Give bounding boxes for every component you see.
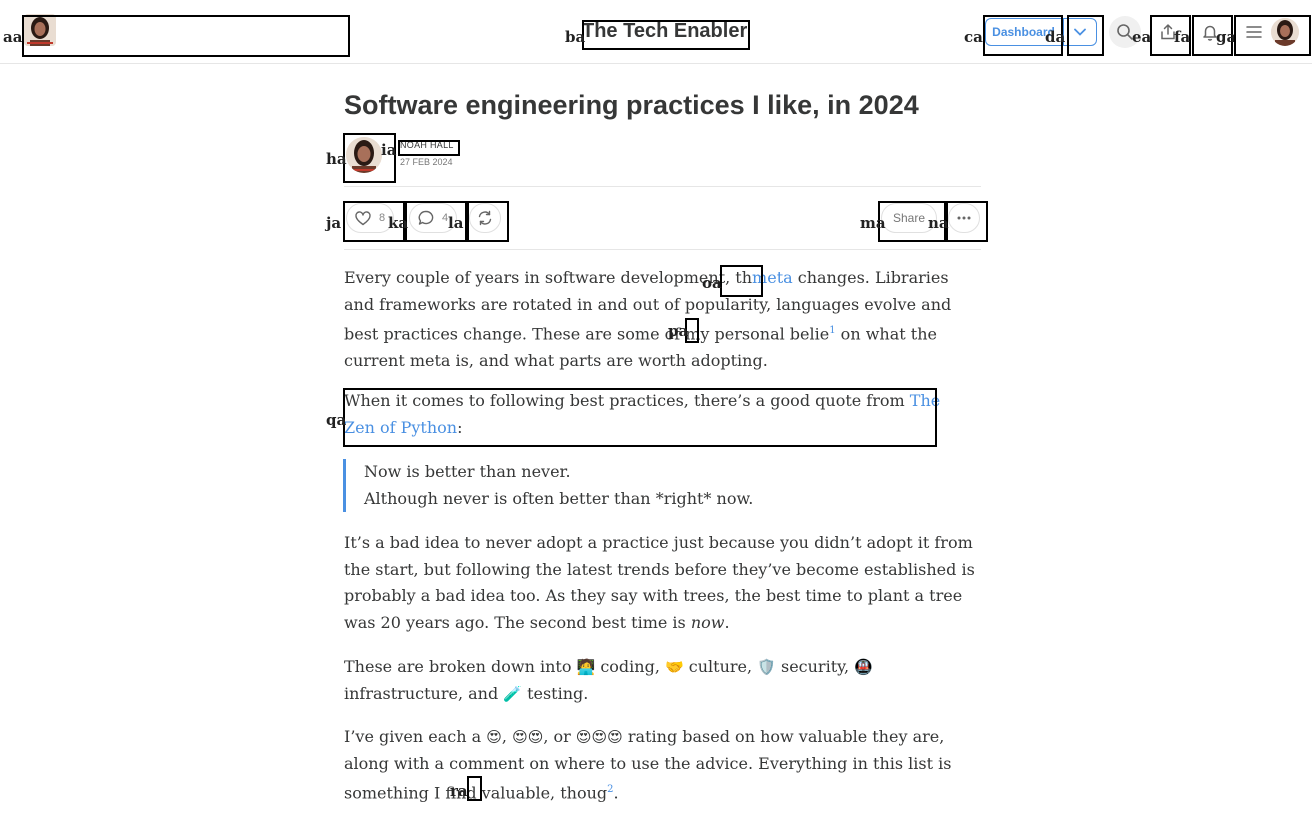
zen-quote: Now is better than never. Although never… <box>343 459 943 512</box>
meta-link-frame[interactable] <box>720 265 763 297</box>
overlay-label-ka: ka <box>388 214 409 232</box>
rating-3-emoji-icon: 😍😍😍 <box>575 728 623 746</box>
overlay-label-pa: pa <box>668 322 689 340</box>
p5-text-e: . <box>613 783 619 803</box>
restack-button-frame[interactable] <box>467 201 509 242</box>
paragraph-3: It’s a bad idea to never adopt a practic… <box>344 530 981 636</box>
paragraph-4: These are broken down into 🧑‍💻 coding, 🤝… <box>344 654 981 707</box>
rating-2-emoji-icon: 😍😍 <box>512 728 544 746</box>
dashboard-dropdown-frame[interactable] <box>1067 15 1104 56</box>
culture-emoji-icon: 🤝 <box>665 658 684 676</box>
p4-text-e: infrastructure, and <box>344 683 499 703</box>
overlay-label-ia: ia <box>381 141 397 159</box>
p4-text-a: These are broken down into <box>344 657 577 676</box>
testing-emoji-icon: 🧪 <box>503 684 522 703</box>
overlay-label-fa: fa <box>1174 28 1191 46</box>
overlay-label-oa: oa <box>702 274 722 292</box>
account-menu-frame[interactable] <box>1234 15 1311 56</box>
p4-text-d: security, <box>775 657 855 676</box>
zen-of-python-link-frame[interactable] <box>343 388 937 447</box>
overlay-label-aa: aa <box>3 28 23 46</box>
overlay-label-ja: ja <box>326 214 342 232</box>
p4-text-c: culture, <box>683 657 758 676</box>
overlay-label-ca: ca <box>964 28 983 46</box>
overlay-label-ra: ra <box>450 782 468 800</box>
overlay-label-qa: qa <box>326 411 347 429</box>
overlay-label-ea: ea <box>1132 28 1152 46</box>
overlay-label-da: da <box>1045 28 1066 46</box>
p3-text-a: It’s a bad idea to never adopt a practic… <box>344 533 975 632</box>
overlay-label-ba: ba <box>565 28 586 46</box>
overlay-label-la: la <box>448 214 464 232</box>
p4-text-f: testing. <box>521 683 589 703</box>
overlay-label-ha: ha <box>326 150 347 168</box>
author-name-link[interactable] <box>398 140 460 156</box>
post-title: Software engineering practices I like, i… <box>344 90 919 120</box>
quote-line-2: Although never is often better than *rig… <box>364 488 754 508</box>
publication-title-link[interactable] <box>582 20 750 50</box>
divider-top <box>344 186 981 187</box>
p5-text-a: I’ve given each a <box>344 727 487 746</box>
p5-text-b: , <box>501 727 513 746</box>
more-options-frame[interactable] <box>946 201 988 242</box>
p5-text-c: , or <box>543 727 576 746</box>
rating-1-emoji-icon: 😍 <box>486 728 502 746</box>
p3-emphasis: now <box>690 612 725 632</box>
p3-text-b: . <box>724 612 730 632</box>
post-date: 27 FEB 2024 <box>400 157 453 167</box>
divider-bottom <box>344 249 981 250</box>
security-emoji-icon: 🛡️ <box>757 658 776 676</box>
overlay-label-na: na <box>928 214 949 232</box>
overlay-label-ma: ma <box>860 214 886 232</box>
paragraph-1: Every couple of years in software develo… <box>344 265 981 374</box>
p1-text-a: Every couple of years in software develo… <box>344 268 753 287</box>
footnote-2-frame[interactable] <box>467 776 482 801</box>
paragraph-5: I’ve given each a 😍, 😍😍, or 😍😍😍 rating b… <box>344 724 981 807</box>
publication-home-link[interactable] <box>22 15 350 57</box>
p4-text-b: coding, <box>595 657 666 676</box>
infrastructure-emoji-icon: 🚇 <box>854 658 873 676</box>
quote-line-1: Now is better than never. <box>364 462 571 481</box>
coding-emoji-icon: 🧑‍💻 <box>576 658 596 676</box>
